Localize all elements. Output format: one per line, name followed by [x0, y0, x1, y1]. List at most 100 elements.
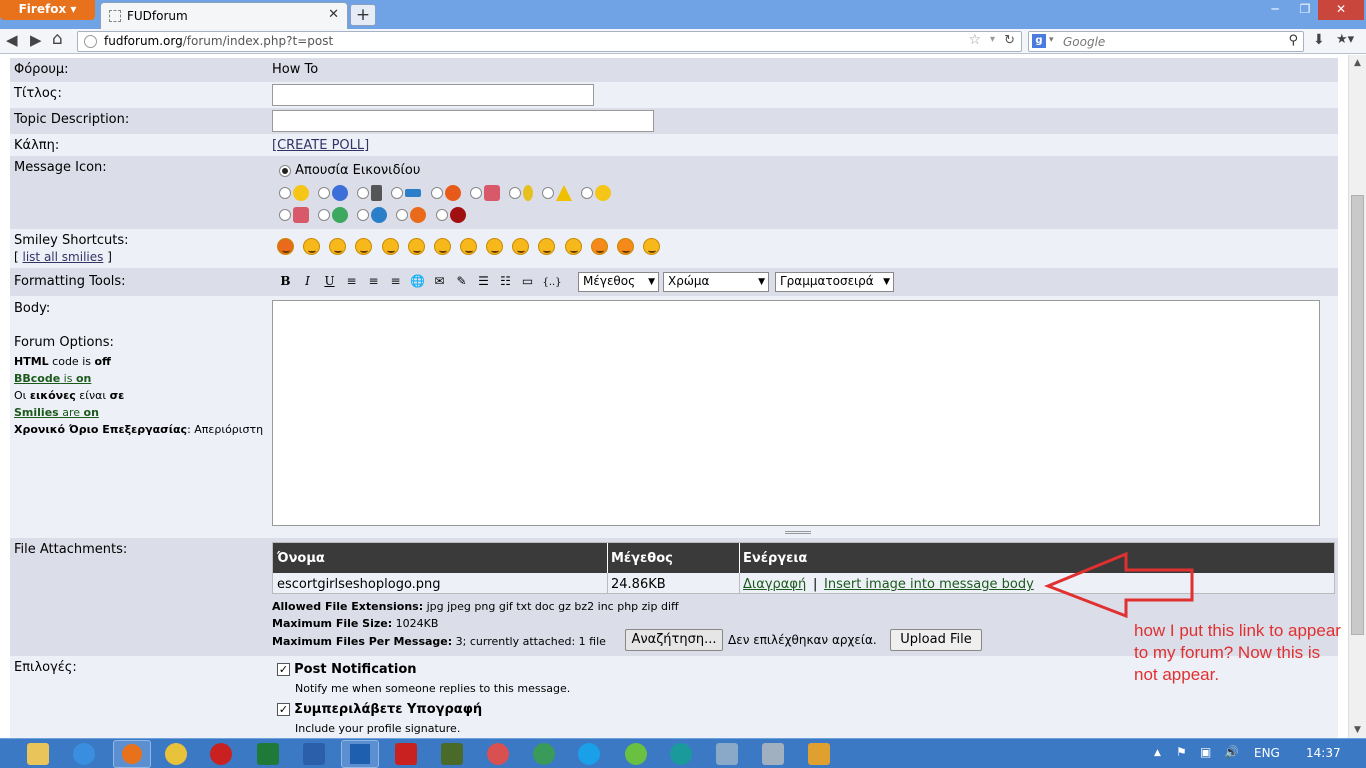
- color-select[interactable]: Χρώμα ▼: [663, 272, 769, 292]
- description-input[interactable]: [272, 110, 654, 132]
- smiley-grin-icon[interactable]: [355, 238, 373, 255]
- icon-radio[interactable]: [318, 209, 331, 221]
- icon-radio[interactable]: [279, 187, 291, 199]
- new-tab-button[interactable]: +: [350, 4, 376, 26]
- smiley-cool-icon[interactable]: [381, 238, 399, 255]
- icon-radio[interactable]: [279, 209, 291, 221]
- close-window-button[interactable]: ✕: [1318, 0, 1364, 20]
- network-app-icon[interactable]: [625, 743, 647, 765]
- notify-checkbox[interactable]: ✓: [277, 663, 290, 676]
- scroll-down-icon[interactable]: ▼: [1349, 725, 1366, 735]
- dreamweaver-icon[interactable]: [441, 743, 463, 765]
- smiley-laugh-icon[interactable]: [538, 238, 556, 255]
- chrome-icon[interactable]: [165, 743, 187, 765]
- search-engine-dropdown-icon[interactable]: ▾: [1049, 35, 1054, 45]
- internet-explorer-icon[interactable]: [73, 743, 95, 765]
- back-icon[interactable]: ◀: [6, 31, 18, 49]
- icon-radio[interactable]: [318, 187, 331, 199]
- firefox-taskbar-button[interactable]: [113, 740, 151, 768]
- volume-icon[interactable]: 🔊: [1224, 745, 1239, 759]
- app-icon[interactable]: [487, 743, 509, 765]
- icon-radio[interactable]: [541, 187, 554, 199]
- smiley-sleepy-icon[interactable]: [329, 238, 347, 255]
- maximize-button[interactable]: ❐: [1290, 0, 1320, 20]
- smiley-big-grin-icon[interactable]: [459, 238, 477, 255]
- numbered-list-button[interactable]: ☰: [475, 273, 492, 290]
- file-explorer-icon[interactable]: [27, 743, 49, 765]
- signature-checkbox[interactable]: ✓: [277, 703, 290, 716]
- download-icon[interactable]: ⬇: [1313, 32, 1325, 48]
- action-center-icon[interactable]: ⚑: [1176, 745, 1187, 759]
- font-select[interactable]: Γραμματοσειρά ▼: [775, 272, 894, 292]
- minimize-button[interactable]: ─: [1260, 0, 1290, 20]
- size-select[interactable]: Μέγεθος ▼: [578, 272, 659, 292]
- page-scrollbar[interactable]: ▲ ▼: [1348, 55, 1366, 738]
- browse-button[interactable]: Αναζήτηση...: [625, 629, 723, 651]
- align-left-button[interactable]: ≡: [343, 273, 360, 290]
- insert-url-button[interactable]: 🌐: [409, 273, 426, 290]
- clock[interactable]: 14:37: [1306, 746, 1341, 760]
- forward-icon[interactable]: ▶: [30, 31, 42, 49]
- search-icon[interactable]: ⚲: [1288, 33, 1298, 48]
- bookmark-star-icon[interactable]: ☆: [968, 32, 981, 48]
- home-icon[interactable]: ⌂: [52, 29, 63, 49]
- excel-icon[interactable]: [257, 743, 279, 765]
- opera-icon[interactable]: [210, 743, 232, 765]
- url-bar[interactable]: fudforum.org/forum/index.php?t=post ☆ ▾ …: [77, 31, 1022, 52]
- skype-icon[interactable]: [578, 743, 600, 765]
- tab-close-icon[interactable]: ✕: [328, 7, 339, 22]
- insert-image-link[interactable]: Insert image into message body: [824, 577, 1034, 592]
- smiley-confused-icon[interactable]: [407, 238, 425, 255]
- align-center-button[interactable]: ≡: [365, 273, 382, 290]
- network-icon[interactable]: ▣: [1200, 745, 1211, 759]
- paint-app-icon[interactable]: [762, 743, 784, 765]
- tray-expand-icon[interactable]: ▲: [1154, 748, 1161, 758]
- align-right-button[interactable]: ≡: [387, 273, 404, 290]
- insert-email-button[interactable]: ✉: [431, 273, 448, 290]
- scroll-up-icon[interactable]: ▲: [1349, 58, 1366, 68]
- delete-attachment-link[interactable]: Διαγραφή: [743, 577, 806, 592]
- word-icon[interactable]: [303, 743, 325, 765]
- upload-file-button[interactable]: Upload File: [890, 629, 982, 651]
- smiley-sad-icon[interactable]: [564, 238, 582, 255]
- weather-app-icon[interactable]: [808, 743, 830, 765]
- search-bar[interactable]: g ▾ Google ⚲: [1028, 31, 1304, 52]
- icon-radio[interactable]: [508, 187, 521, 199]
- code-button[interactable]: {..}: [541, 274, 563, 291]
- smiley-angry-icon[interactable]: [277, 238, 294, 255]
- firefox-menu-button[interactable]: Firefox ▾: [0, 0, 95, 20]
- italic-button[interactable]: I: [299, 273, 316, 290]
- title-input[interactable]: [272, 84, 594, 106]
- bold-button[interactable]: B: [277, 273, 294, 290]
- icon-radio[interactable]: [469, 187, 482, 199]
- smiley-evil-icon[interactable]: [590, 238, 608, 255]
- tab-fudforum[interactable]: FUDforum ✕: [100, 2, 348, 29]
- icon-none-option[interactable]: Απουσία Εικονιδίου: [279, 163, 420, 178]
- icon-radio[interactable]: [581, 187, 594, 199]
- notify-option[interactable]: ✓ Post Notification: [277, 662, 417, 677]
- resize-handle[interactable]: [785, 531, 811, 534]
- tool-app-icon[interactable]: [716, 743, 738, 765]
- icon-radio[interactable]: [435, 209, 448, 221]
- underline-button[interactable]: U: [321, 273, 338, 290]
- url-text[interactable]: fudforum.org/forum/index.php?t=post: [104, 34, 333, 48]
- smiley-twisted-icon[interactable]: [616, 238, 634, 255]
- icon-radio[interactable]: [357, 187, 370, 199]
- filezilla-icon[interactable]: [395, 743, 417, 765]
- icon-radio[interactable]: [396, 209, 409, 221]
- bullet-list-button[interactable]: ☷: [497, 273, 514, 290]
- create-poll-link[interactable]: [CREATE POLL]: [272, 138, 369, 153]
- option-bbcode[interactable]: BBcode is on: [14, 370, 263, 387]
- quote-button[interactable]: ▭: [519, 273, 536, 290]
- outlook-taskbar-button[interactable]: [341, 740, 379, 768]
- body-textarea[interactable]: [272, 300, 1320, 526]
- globe-app-icon[interactable]: [533, 743, 555, 765]
- option-smilies[interactable]: Smilies are on: [14, 404, 263, 421]
- smiley-frown-icon[interactable]: [486, 238, 504, 255]
- scrollbar-thumb[interactable]: [1351, 195, 1364, 635]
- insert-image-button[interactable]: ✎: [453, 273, 470, 290]
- history-dropdown-icon[interactable]: ▾: [990, 34, 995, 45]
- teal-app-icon[interactable]: [670, 743, 692, 765]
- language-indicator[interactable]: ENG: [1254, 746, 1280, 760]
- signature-option[interactable]: ✓ Συμπεριλάβετε Υπογραφή: [277, 702, 482, 717]
